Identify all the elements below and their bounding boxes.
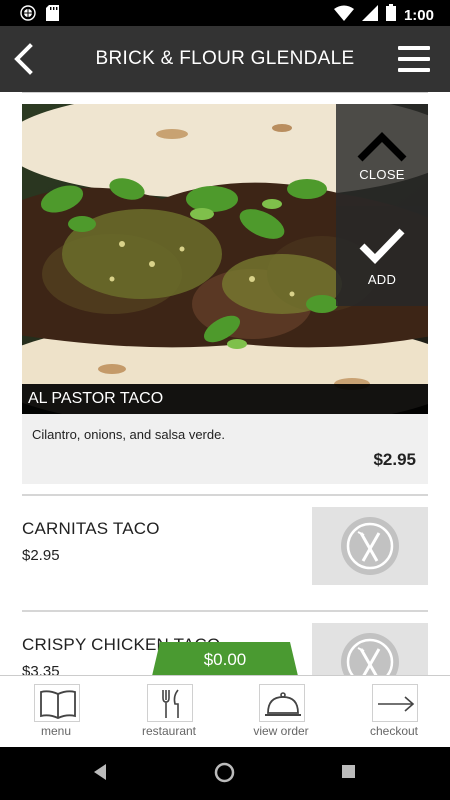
cart-total-button[interactable]: $0.00 (152, 642, 298, 676)
back-triangle-icon (94, 764, 106, 780)
cart-total-amount: $0.00 (203, 650, 247, 669)
cell-signal-icon (361, 4, 378, 26)
hamburger-icon (398, 46, 430, 72)
arrow-right-icon (378, 696, 415, 712)
menu-content[interactable]: CLOSE ADD AL PASTOR TACO Cilantro, onion… (0, 92, 450, 675)
app-header: BRICK & FLOUR GLENDALE (0, 26, 450, 92)
notification-icon (20, 5, 36, 26)
wifi-icon (333, 5, 354, 26)
item-price: $2.95 (22, 547, 60, 564)
fork-knife-icon (341, 633, 399, 675)
featured-item-description: Cilantro, onions, and salsa verde. (32, 427, 225, 442)
page-title: BRICK & FLOUR GLENDALE (95, 48, 355, 69)
item-placeholder-image (312, 507, 428, 585)
item-price: $3.35 (22, 663, 60, 675)
divider (22, 92, 428, 93)
nav-menu[interactable]: menu (0, 676, 112, 748)
checkmark-icon (359, 228, 405, 264)
item-name: CARNITAS TACO (22, 519, 160, 538)
book-icon (40, 690, 76, 719)
add-label: ADD (367, 272, 397, 287)
close-label: CLOSE (359, 167, 405, 182)
status-bar: 1:00 (0, 0, 450, 26)
nav-restaurant-label: restaurant (141, 724, 197, 738)
nav-restaurant[interactable]: restaurant (113, 676, 225, 748)
battery-icon (385, 4, 396, 26)
bottom-nav: menu restaurant view order checkout (0, 675, 450, 747)
featured-item-price: $2.95 (373, 450, 416, 469)
home-circle-icon (214, 762, 235, 783)
android-nav-bar (0, 747, 450, 800)
nav-view-order[interactable]: view order (225, 676, 337, 748)
divider (22, 610, 428, 612)
close-button[interactable]: CLOSE (336, 104, 428, 206)
add-button[interactable]: ADD (336, 206, 428, 306)
featured-item-name: AL PASTOR TACO (22, 384, 428, 414)
nav-checkout-label: checkout (369, 724, 419, 738)
sd-card-icon (46, 5, 59, 26)
nav-menu-label: menu (40, 724, 72, 738)
cloche-icon (265, 692, 301, 716)
android-home-button[interactable] (214, 762, 235, 788)
utensils-icon (162, 689, 179, 718)
nav-checkout[interactable]: checkout (338, 676, 450, 748)
hamburger-menu-button[interactable] (398, 46, 430, 72)
fork-knife-icon (341, 517, 399, 575)
android-recents-button[interactable] (341, 764, 356, 784)
android-back-button[interactable] (92, 763, 108, 786)
chevron-up-icon (357, 132, 407, 162)
menu-item-carnitas-taco[interactable]: CARNITAS TACO $2.95 (22, 507, 428, 587)
divider (22, 494, 428, 496)
item-placeholder-image (312, 623, 428, 675)
nav-view-order-label: view order (253, 724, 309, 738)
status-time: 1:00 (403, 6, 434, 24)
recents-square-icon (342, 765, 355, 778)
featured-item-card: CLOSE ADD AL PASTOR TACO Cilantro, onion… (22, 104, 428, 484)
